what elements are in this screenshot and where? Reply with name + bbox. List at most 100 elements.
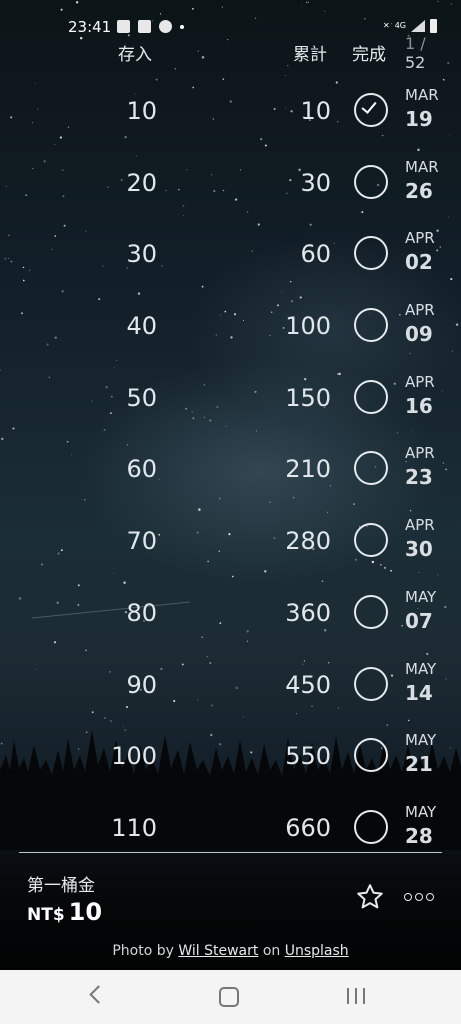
date-day: 16: [405, 393, 433, 418]
done-checkbox[interactable]: [354, 451, 388, 486]
credit-source-link[interactable]: Unsplash: [285, 943, 349, 959]
savings-row: 10 10 MAR 19: [0, 75, 461, 147]
done-checkbox[interactable]: [354, 164, 388, 199]
column-header-total: 累計: [293, 45, 327, 65]
recents-icon[interactable]: [347, 988, 365, 1004]
amount-value: 10: [68, 898, 103, 926]
date-day: 26: [405, 178, 433, 203]
date-day: 09: [405, 322, 433, 347]
star-dot: [286, 64, 289, 67]
savings-row: 50 150 APR 16: [0, 362, 461, 434]
date-month: APR: [405, 229, 435, 248]
date-day: 21: [405, 752, 433, 777]
star-outline-icon[interactable]: [355, 882, 385, 912]
mute-icon: ✕: [383, 21, 390, 30]
savings-row: 30 60 APR 02: [0, 218, 461, 290]
home-icon[interactable]: [219, 987, 239, 1007]
deposit-value: 90: [126, 670, 157, 699]
deposit-value: 40: [126, 312, 157, 341]
deposit-value: 30: [126, 240, 157, 269]
savings-row: 20 30 MAR 26: [0, 147, 461, 219]
date-day: 23: [405, 465, 433, 490]
currency-label: NT$: [27, 905, 65, 925]
date-month: MAY: [405, 731, 437, 750]
done-checkbox[interactable]: [354, 594, 388, 629]
date-month: MAY: [405, 802, 437, 821]
star-dot: [201, 56, 205, 59]
week-counter: 1 / 52: [405, 34, 445, 72]
savings-row: 80 360 MAY 07: [0, 577, 461, 649]
total-value: 60: [300, 240, 331, 269]
saved-amount: NT$ 10: [27, 898, 102, 926]
mail-icon: [138, 20, 151, 33]
total-value: 210: [285, 455, 331, 484]
status-time: 23:41: [68, 18, 112, 36]
date-day: 28: [405, 823, 433, 848]
done-checkbox[interactable]: [354, 308, 388, 343]
more-horizontal-icon[interactable]: [404, 893, 434, 901]
back-chevron-icon[interactable]: [89, 985, 108, 1004]
savings-row: 70 280 APR 30: [0, 505, 461, 577]
week-current: 1 /: [405, 34, 426, 53]
date-day: 02: [405, 250, 433, 275]
done-checkbox[interactable]: [354, 93, 388, 127]
date-month: MAR: [405, 86, 439, 104]
total-value: 450: [285, 670, 331, 699]
status-bar: 23:41 ✕ 4G: [0, 0, 461, 40]
date-month: MAY: [405, 587, 437, 606]
photo-credit: Photo by Wil Stewart on Unsplash: [0, 943, 461, 959]
done-checkbox[interactable]: [354, 738, 388, 773]
date-day: 19: [405, 107, 433, 131]
total-value: 100: [285, 312, 331, 341]
deposit-value: 110: [111, 813, 157, 842]
total-value: 660: [285, 813, 331, 842]
signal-icon: [411, 20, 425, 32]
done-checkbox[interactable]: [354, 379, 388, 414]
notification-icons: [117, 20, 184, 33]
system-nav-bar: [0, 970, 461, 1024]
deposit-value: 70: [126, 527, 157, 556]
date-month: APR: [405, 372, 435, 391]
system-icons: ✕ 4G: [383, 19, 437, 33]
done-checkbox[interactable]: [354, 523, 388, 558]
column-header-deposit: 存入: [118, 45, 152, 65]
footer-divider: [19, 852, 442, 853]
total-value: 10: [300, 97, 331, 125]
date-day: 30: [405, 537, 433, 562]
savings-row: 40 100 APR 09: [0, 290, 461, 362]
app-screen: 23:41 ✕ 4G 存入 累計 完成 1 / 52 10 10 MAR 19 20 30…: [0, 0, 461, 1024]
goal-name: 第一桶金: [27, 876, 95, 896]
done-checkbox[interactable]: [354, 666, 388, 701]
savings-list: 10 10 MAR 19 20 30 MAR 26 30 60 APR 02 40 100 APR 09 50 1…: [0, 75, 461, 864]
savings-row: 100 550 MAY 21: [0, 720, 461, 792]
credit-middle: on: [262, 943, 281, 959]
week-total: 52: [405, 53, 426, 72]
done-checkbox[interactable]: [354, 236, 388, 271]
date-month: APR: [405, 516, 435, 535]
date-day: 14: [405, 680, 433, 705]
credit-author-link[interactable]: Wil Stewart: [178, 943, 258, 959]
date-month: APR: [405, 444, 435, 463]
column-header-done: 完成: [352, 45, 386, 65]
deposit-value: 20: [126, 168, 157, 197]
gallery-icon: [117, 20, 130, 33]
star-dot: [197, 50, 199, 52]
total-value: 360: [285, 598, 331, 627]
star-dot: [447, 61, 450, 65]
network-type: 4G: [394, 21, 406, 30]
savings-row: 90 450 MAY 14: [0, 649, 461, 721]
total-value: 150: [285, 383, 331, 412]
done-checkbox[interactable]: [354, 809, 388, 844]
date-day: 07: [405, 608, 433, 633]
battery-icon: [430, 19, 437, 33]
sync-icon: [159, 20, 172, 33]
date-month: MAY: [405, 659, 437, 678]
date-month: APR: [405, 301, 435, 320]
deposit-value: 10: [126, 97, 157, 125]
total-value: 280: [285, 527, 331, 556]
deposit-value: 80: [126, 598, 157, 627]
deposit-value: 60: [126, 455, 157, 484]
savings-row: 60 210 APR 23: [0, 433, 461, 505]
total-value: 30: [300, 168, 331, 197]
deposit-value: 50: [126, 383, 157, 412]
